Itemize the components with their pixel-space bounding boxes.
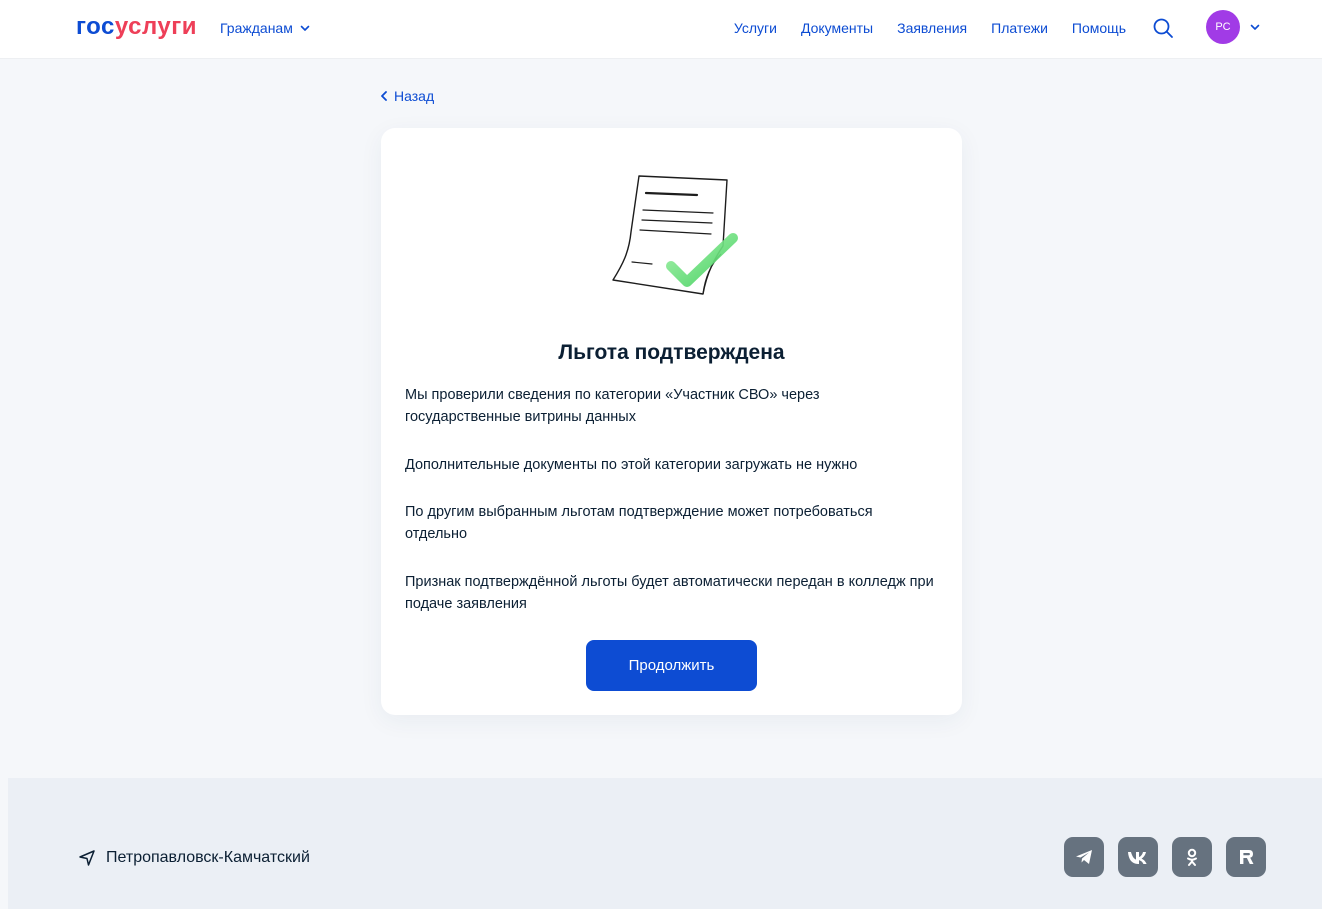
search-icon[interactable]	[1151, 16, 1175, 40]
header: госуслуги Гражданам Услуги Документы Зая…	[0, 0, 1322, 58]
rutube-link[interactable]	[1226, 837, 1266, 877]
continue-button[interactable]: Продолжить	[586, 640, 757, 691]
info-paragraph: Дополнительные документы по этой категор…	[405, 457, 858, 473]
footer: Петропавловск-Камчатский	[8, 778, 1322, 909]
citizens-menu[interactable]: Гражданам	[220, 19, 311, 37]
logo-part-uslugi: услуги	[114, 13, 197, 40]
main-nav: Услуги Документы Заявления Платежи Помощ…	[734, 19, 1126, 37]
odnoklassniki-icon	[1187, 848, 1197, 866]
chevron-down-icon	[300, 25, 310, 31]
chevron-down-icon[interactable]	[1249, 21, 1261, 33]
confirmation-card: Льгота подтверждена Мы проверили сведени…	[381, 128, 962, 715]
social-links	[1064, 837, 1266, 877]
info-paragraph: Мы проверили сведения по категории «Учас…	[405, 387, 820, 425]
gosuslugi-logo[interactable]: госуслуги	[76, 14, 197, 40]
nav-help[interactable]: Помощь	[1072, 19, 1126, 37]
page-title: Льгота подтверждена	[558, 341, 785, 364]
location-arrow-icon	[79, 850, 95, 866]
telegram-icon	[1076, 850, 1092, 864]
nav-documents[interactable]: Документы	[801, 19, 873, 37]
avatar[interactable]: РС	[1206, 10, 1240, 44]
citizens-label: Гражданам	[220, 20, 293, 36]
location-selector[interactable]: Петропавловск-Камчатский	[78, 848, 310, 868]
vk-icon	[1128, 852, 1147, 864]
telegram-link[interactable]	[1064, 837, 1104, 877]
location-label: Петропавловск-Камчатский	[106, 849, 310, 866]
info-paragraph: По другим выбранным льготам подтверждени…	[405, 504, 873, 542]
vk-link[interactable]	[1118, 837, 1158, 877]
avatar-initials: РС	[1215, 21, 1231, 33]
nav-services[interactable]: Услуги	[734, 19, 777, 37]
document-checkmark-icon	[612, 175, 738, 295]
chevron-left-icon	[381, 91, 387, 101]
rutube-icon	[1240, 850, 1254, 864]
info-paragraph: Признак подтверждённой льготы будет авто…	[405, 574, 934, 612]
nav-payments[interactable]: Платежи	[991, 19, 1048, 37]
back-link[interactable]: Назад	[380, 87, 434, 105]
nav-applications[interactable]: Заявления	[897, 19, 967, 37]
odnoklassniki-link[interactable]	[1172, 837, 1212, 877]
back-label: Назад	[394, 88, 435, 104]
logo-part-gos: гос	[76, 13, 115, 40]
